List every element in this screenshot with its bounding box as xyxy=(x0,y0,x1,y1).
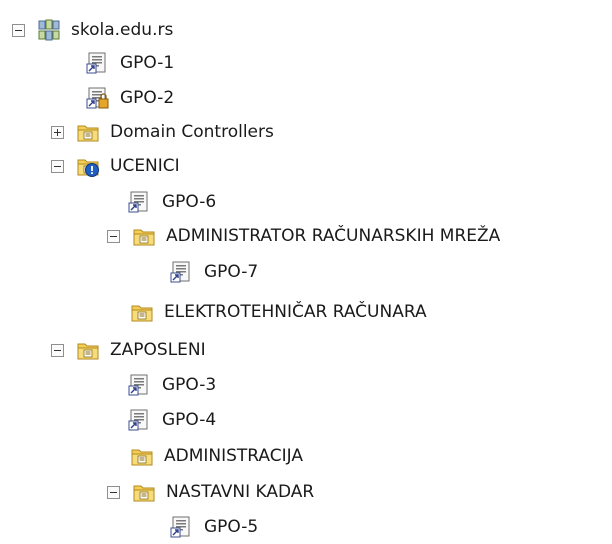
ou-folder-icon xyxy=(130,444,154,468)
tree-node-nastavni-kadar[interactable]: NASTAVNI KADAR xyxy=(107,476,314,508)
tree-node-label: ZAPOSLENI xyxy=(110,340,206,360)
tree-node-ucenici[interactable]: UCENICI xyxy=(51,150,180,182)
tree-node-gpo-7[interactable]: GPO-7 xyxy=(170,256,258,288)
ou-folder-icon xyxy=(76,120,100,144)
collapse-toggle-icon[interactable] xyxy=(107,229,120,243)
gpo-tree-view: skola.edu.rs GPO-1 GPO-2 Domain Controll… xyxy=(0,0,612,544)
ou-folder-icon xyxy=(132,224,156,248)
tree-node-gpo-2[interactable]: GPO-2 xyxy=(86,82,174,114)
tree-node-elektrotehnicar-racunara[interactable]: ELEKTROTEHNIČAR RAČUNARA xyxy=(130,296,427,328)
tree-node-gpo-5[interactable]: GPO-5 xyxy=(170,511,258,543)
gpo-link-icon xyxy=(128,408,152,432)
tree-node-administrator-racunarskih-mreza[interactable]: ADMINISTRATOR RAČUNARSKIH MREŽA xyxy=(107,220,500,252)
tree-node-label: ADMINISTRATOR RAČUNARSKIH MREŽA xyxy=(166,226,501,246)
tree-node-gpo-6[interactable]: GPO-6 xyxy=(128,186,216,218)
ou-folder-icon xyxy=(132,480,156,504)
collapse-toggle-icon[interactable] xyxy=(12,23,25,37)
ou-folder-icon xyxy=(76,338,100,362)
gpo-link-icon xyxy=(86,51,110,75)
tree-node-domain-controllers[interactable]: Domain Controllers xyxy=(51,116,274,148)
tree-node-gpo-3[interactable]: GPO-3 xyxy=(128,369,216,401)
ou-warning-icon xyxy=(76,154,99,177)
gpo-link-icon xyxy=(128,373,152,397)
tree-node-label: GPO-1 xyxy=(120,53,175,73)
gpo-link-icon xyxy=(128,190,152,214)
tree-node-label: GPO-3 xyxy=(162,375,217,395)
tree-node-label: GPO-5 xyxy=(204,517,259,537)
collapse-toggle-icon[interactable] xyxy=(107,485,120,499)
tree-node-label: ADMINISTRACIJA xyxy=(164,446,303,466)
collapse-toggle-icon[interactable] xyxy=(51,343,64,357)
gpo-link-icon xyxy=(170,260,194,284)
tree-node-label: Domain Controllers xyxy=(110,122,274,142)
tree-node-zaposleni[interactable]: ZAPOSLENI xyxy=(51,334,206,366)
tree-node-gpo-4[interactable]: GPO-4 xyxy=(128,404,216,436)
tree-node-label: UCENICI xyxy=(110,156,180,176)
tree-node-label: skola.edu.rs xyxy=(71,20,174,40)
tree-node-label: GPO-2 xyxy=(120,88,175,108)
collapse-toggle-icon[interactable] xyxy=(51,159,64,173)
tree-node-domain-root[interactable]: skola.edu.rs xyxy=(12,14,173,46)
gpo-locked-icon xyxy=(86,86,109,110)
expand-toggle-icon[interactable] xyxy=(51,125,64,139)
ou-folder-icon xyxy=(130,300,154,324)
tree-node-label: GPO-6 xyxy=(162,192,217,212)
domain-icon xyxy=(38,19,60,41)
tree-node-label: GPO-4 xyxy=(162,410,217,430)
tree-node-gpo-1[interactable]: GPO-1 xyxy=(86,47,174,79)
tree-node-label: ELEKTROTEHNIČAR RAČUNARA xyxy=(164,302,427,322)
tree-node-label: GPO-7 xyxy=(204,262,259,282)
gpo-link-icon xyxy=(170,515,194,539)
tree-node-administracija[interactable]: ADMINISTRACIJA xyxy=(130,440,303,472)
tree-node-label: NASTAVNI KADAR xyxy=(166,482,315,502)
